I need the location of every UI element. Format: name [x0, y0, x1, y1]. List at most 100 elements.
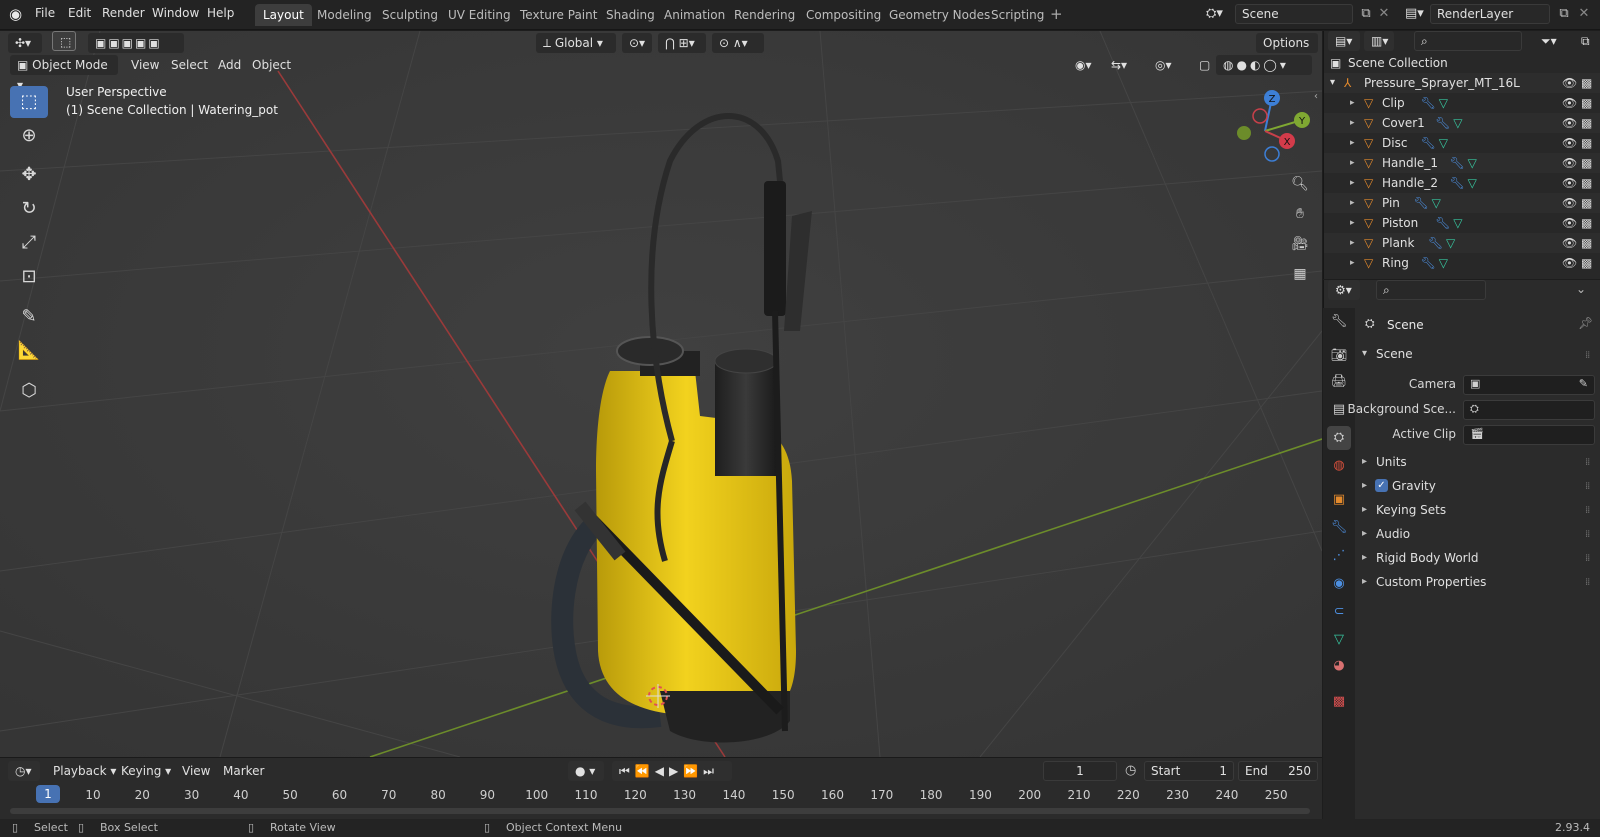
rotate-tool-icon[interactable]: ↻ [10, 193, 48, 225]
start-frame-field[interactable]: Start 1 [1144, 761, 1234, 781]
snapping-icon[interactable]: ⋂ ⊞▾ [658, 33, 706, 53]
drag-handle-icon[interactable]: ⁞⁞ [1585, 529, 1590, 540]
proportional-editing-icon[interactable]: ⊙ ∧▾ [712, 33, 764, 53]
expand-arrow-icon[interactable]: ▸ [1350, 93, 1355, 113]
delete-view-layer-icon[interactable]: ✕ [1574, 4, 1594, 24]
texture-tab-icon[interactable]: ▩ [1327, 690, 1351, 714]
outliner[interactable]: ▤▾ ▥▾ ⌕ ⏷▾ ⧉ ▣ Scene Collection ▾ ⅄ Pres… [1323, 31, 1600, 279]
modifier-icon[interactable]: 🔧︎ [1435, 113, 1450, 133]
panel-rigid-body-world[interactable]: Rigid Body World [1376, 551, 1479, 565]
menu-render[interactable]: Render [102, 6, 145, 20]
expand-arrow-icon[interactable]: ▸ [1350, 193, 1355, 213]
tab-scripting[interactable]: Scripting [983, 4, 1052, 26]
material-tab-icon[interactable]: ◕ [1327, 654, 1351, 678]
modifier-icon[interactable]: 🔧︎ [1421, 253, 1436, 273]
expand-arrow-icon[interactable]: ▸ [1350, 213, 1355, 233]
outliner-item[interactable]: ▸ ▽ Plank 🔧︎ ▽ 👁︎ ▩ [1324, 233, 1600, 253]
menu-help[interactable]: Help [207, 6, 234, 20]
tab-animation[interactable]: Animation [656, 4, 733, 26]
scale-tool-icon[interactable]: ⤢ [10, 227, 48, 259]
tab-sculpting[interactable]: Sculpting [374, 4, 446, 26]
viewport-menu-view[interactable]: View [131, 55, 159, 75]
editor-type-icon[interactable]: ✣▾ [8, 33, 42, 53]
timeline-editor-type-icon[interactable]: ◷▾ [8, 761, 40, 781]
add-workspace-icon[interactable]: + [1050, 5, 1063, 23]
drag-handle-icon[interactable]: ⁞⁞ [1585, 457, 1590, 468]
outliner-item[interactable]: ▸ ▽ Piston 🔧︎ ▽ 👁︎ ▩ [1324, 213, 1600, 233]
preview-range-icon[interactable]: ◷ [1125, 763, 1136, 778]
physics-tab-icon[interactable]: ◉ [1327, 572, 1351, 596]
object-tab-icon[interactable]: ▣ [1327, 488, 1351, 512]
panel-expand-arrow-icon[interactable]: ▸ [1362, 504, 1367, 515]
outliner-item[interactable]: ▸ ▽ Handle_2 🔧︎ ▽ 👁︎ ▩ [1324, 173, 1600, 193]
outliner-search-input[interactable]: ⌕ [1414, 31, 1522, 51]
gravity-checkbox[interactable]: ✓ [1375, 479, 1388, 492]
pivot-point-icon[interactable]: ⊙▾ [622, 33, 652, 53]
scene-section-title[interactable]: Scene [1376, 347, 1413, 361]
expand-arrow-icon[interactable]: ▸ [1350, 113, 1355, 133]
drag-handle-icon[interactable]: ⁞⁞ [1585, 481, 1590, 492]
gizmo-neg-z[interactable] [1264, 146, 1280, 162]
modifier-icon[interactable]: 🔧︎ [1428, 233, 1443, 253]
modifier-icon[interactable]: 🔧︎ [1450, 153, 1465, 173]
mesh-data-icon[interactable]: ▽ [1446, 233, 1455, 253]
auto-keying-icon[interactable]: ● ▾ [568, 761, 604, 781]
visibility-eye-icon[interactable]: 👁︎ [1562, 213, 1577, 233]
tab-modeling[interactable]: Modeling [309, 4, 380, 26]
modifier-icon[interactable]: 🔧︎ [1450, 173, 1465, 193]
blender-logo-icon[interactable]: ◉ [9, 5, 22, 23]
render-camera-icon[interactable]: ▩ [1581, 253, 1592, 273]
timeline-menu-marker[interactable]: Marker [223, 761, 264, 781]
display-mode-icon[interactable]: ▥▾ [1364, 31, 1394, 51]
filter-icon[interactable]: ⏷▾ [1534, 31, 1566, 51]
xray-toggle-icon[interactable]: ▢ [1192, 55, 1212, 75]
modifier-icon[interactable]: 🔧︎ [1414, 193, 1429, 213]
zoom-icon[interactable]: 🔍︎ [1287, 171, 1313, 197]
outliner-item[interactable]: ▸ ▽ Ring 🔧︎ ▽ 👁︎ ▩ [1324, 253, 1600, 273]
mesh-data-icon[interactable]: ▽ [1439, 253, 1448, 273]
transform-orientation-select[interactable]: ⟂ Global ▾ [536, 33, 616, 53]
visibility-eye-icon[interactable]: 👁︎ [1562, 233, 1577, 253]
camera-view-icon[interactable]: 🎥︎ [1287, 231, 1313, 257]
modifier-icon[interactable]: 🔧︎ [1421, 133, 1436, 153]
expand-arrow-icon[interactable]: ▸ [1350, 233, 1355, 253]
menu-window[interactable]: Window [152, 6, 199, 20]
visibility-eye-icon[interactable]: 👁︎ [1562, 113, 1577, 133]
visibility-eye-icon[interactable]: 👁︎ [1562, 133, 1577, 153]
render-camera-icon[interactable]: ▩ [1581, 133, 1592, 153]
outliner-scene-collection[interactable]: ▣ Scene Collection [1324, 53, 1600, 73]
render-camera-icon[interactable]: ▩ [1581, 153, 1592, 173]
panel-expand-arrow-icon[interactable]: ▸ [1362, 576, 1367, 587]
visibility-eye-icon[interactable]: 👁︎ [1562, 93, 1577, 113]
mesh-data-icon[interactable]: ▽ [1453, 113, 1462, 133]
visibility-eye-icon[interactable]: 👁︎ [1562, 173, 1577, 193]
outliner-editor-type-icon[interactable]: ▤▾ [1328, 31, 1360, 51]
menu-edit[interactable]: Edit [68, 6, 91, 20]
add-cube-tool-icon[interactable]: ⬡ [10, 375, 48, 407]
render-camera-icon[interactable]: ▩ [1581, 213, 1592, 233]
render-camera-icon[interactable]: ▩ [1581, 73, 1592, 93]
timeline-editor[interactable]: ◷▾ Playback ▾ Keying ▾ View Marker ● ▾ ⏮… [0, 757, 1322, 819]
mesh-data-icon[interactable]: ▽ [1439, 93, 1448, 113]
new-collection-icon[interactable]: ⧉ [1574, 31, 1598, 51]
render-camera-icon[interactable]: ▩ [1581, 193, 1592, 213]
properties-options-icon[interactable]: ⌄ [1576, 282, 1586, 296]
gizmo-toggle-icon[interactable]: ⇆▾ [1104, 55, 1142, 75]
render-tab-icon[interactable]: 📷︎ [1327, 344, 1351, 368]
playback-controls-icons[interactable]: ⏮⏪◀▶⏩⏭ [612, 761, 732, 781]
viewport-menu-object[interactable]: Object [252, 55, 291, 75]
mesh-data-icon[interactable]: ▽ [1432, 193, 1441, 213]
gizmo-neg-x[interactable] [1252, 108, 1268, 124]
visibility-eye-icon[interactable]: 👁︎ [1562, 73, 1577, 93]
viewport-menu-select[interactable]: Select [171, 55, 208, 75]
tool-tab-icon[interactable]: 🔧︎ [1327, 310, 1351, 334]
properties-editor[interactable]: ⚙▾ ⌕ ⌄ [1323, 280, 1600, 819]
select-tool-mode-icon[interactable]: ⬚ [52, 31, 76, 51]
visibility-eye-icon[interactable]: 👁︎ [1562, 153, 1577, 173]
scene-name-field[interactable]: Scene [1235, 4, 1353, 24]
panel-custom-properties[interactable]: Custom Properties [1376, 575, 1486, 589]
expand-arrow-icon[interactable]: ▸ [1350, 253, 1355, 273]
tab-texture-paint[interactable]: Texture Paint [512, 4, 605, 26]
gizmo-neg-y[interactable] [1237, 126, 1251, 140]
tab-compositing[interactable]: Compositing [798, 4, 889, 26]
